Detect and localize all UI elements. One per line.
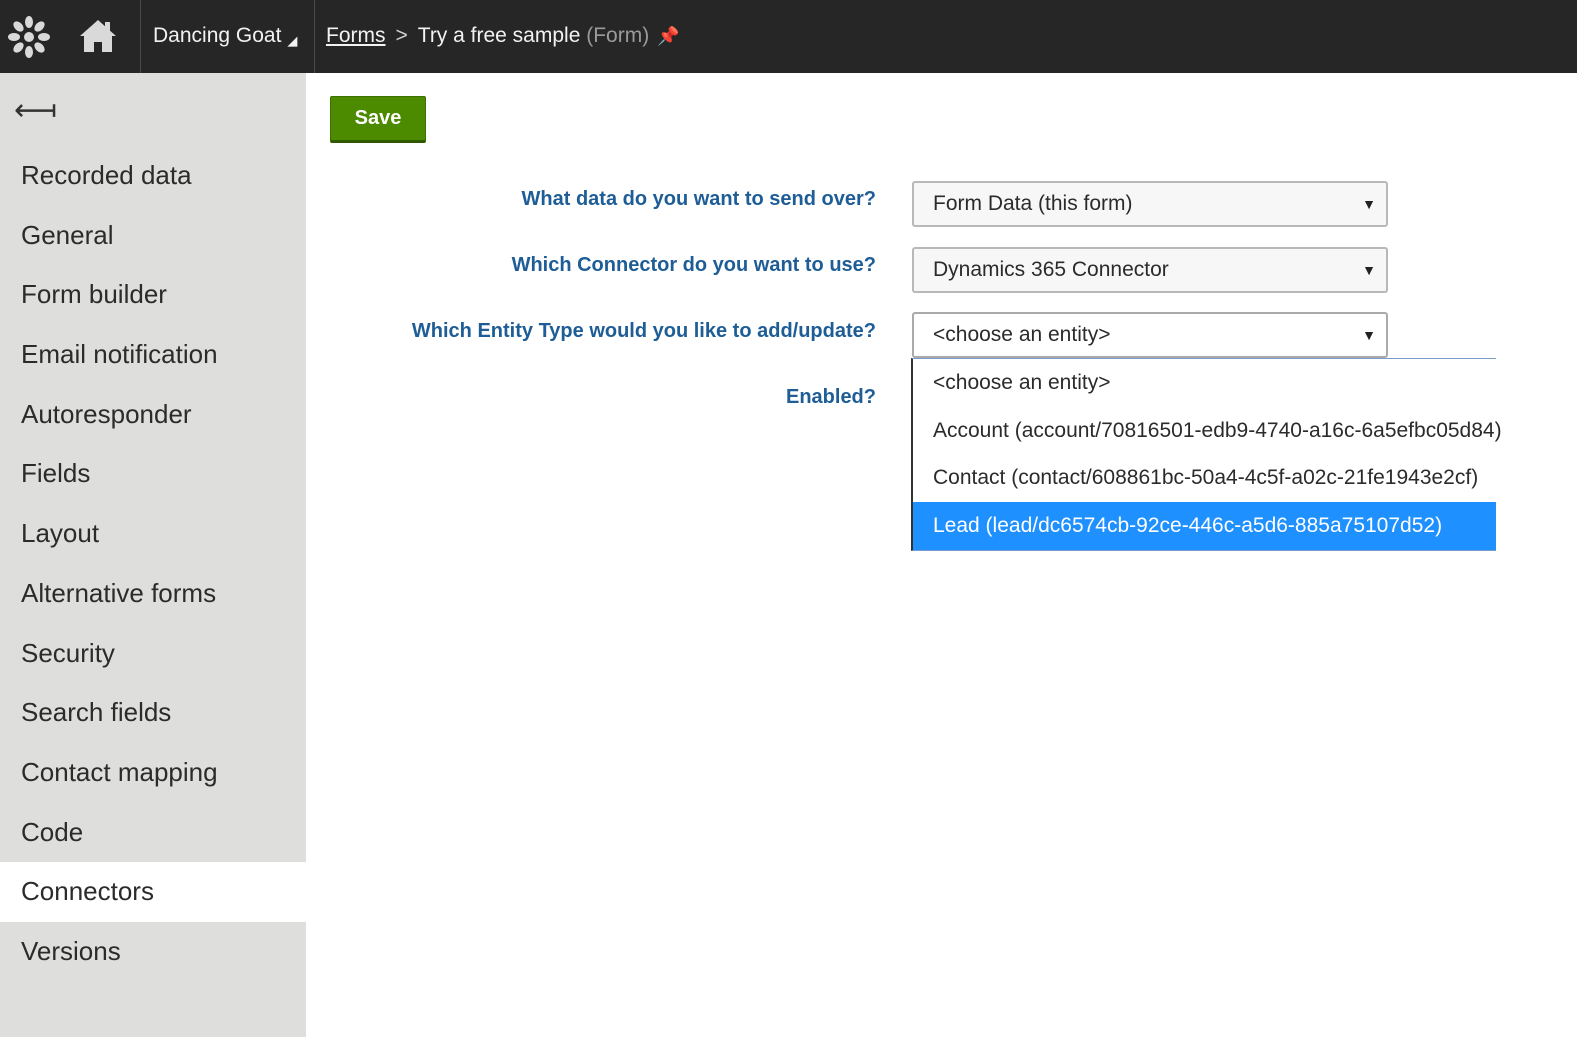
header-divider [140, 0, 141, 73]
site-selector[interactable]: Dancing Goat ◢ [153, 24, 297, 49]
sidebar-item-form-builder[interactable]: Form builder [0, 265, 306, 325]
connector-value: Dynamics 365 Connector [933, 258, 1169, 281]
top-bar: Dancing Goat ◢ Forms > Try a free sample (F… [0, 0, 1577, 73]
sidebar-item-fields[interactable]: Fields [0, 444, 306, 504]
dropdown-arrow-icon: ▼ [1362, 196, 1376, 212]
site-name: Dancing Goat [153, 24, 282, 47]
header-divider [314, 0, 315, 73]
entity-type-options: <choose an entity> Account (account/7081… [911, 358, 1502, 551]
dropdown-arrow-icon: ▼ [1362, 262, 1376, 278]
entity-type-value: <choose an entity> [933, 323, 1111, 346]
dropdown-arrow-icon: ▼ [1362, 327, 1376, 343]
sidebar-item-general[interactable]: General [0, 206, 306, 266]
sidebar-item-email-notification[interactable]: Email notification [0, 325, 306, 385]
breadcrumb: Forms > Try a free sample (Form) 📌 [326, 24, 680, 48]
breadcrumb-forms-link[interactable]: Forms [326, 24, 386, 47]
sidebar-item-autoresponder[interactable]: Autoresponder [0, 385, 306, 445]
sidebar-item-alternative-forms[interactable]: Alternative forms [0, 564, 306, 624]
data-source-select[interactable]: Form Data (this form) ▼ [912, 181, 1388, 227]
breadcrumb-type: (Form) [586, 24, 650, 47]
entity-option[interactable]: <choose an entity> [913, 359, 1496, 407]
connector-label: Which Connector do you want to use? [511, 254, 876, 276]
entity-option[interactable]: Account (account/70816501-edb9-4740-a16c… [913, 407, 1502, 455]
sidebar-item-contact-mapping[interactable]: Contact mapping [0, 743, 306, 803]
connector-select[interactable]: Dynamics 365 Connector ▼ [912, 247, 1388, 293]
back-arrow-icon[interactable]: ⟻ [14, 93, 57, 128]
breadcrumb-current: Try a free sample [417, 24, 581, 47]
entity-option[interactable]: Contact (contact/608861bc-50a4-4c5f-a02c… [913, 454, 1496, 502]
entity-type-select[interactable]: <choose an entity> ▼ [912, 312, 1388, 358]
sidebar-item-connectors[interactable]: Connectors [0, 862, 306, 922]
save-button[interactable]: Save [330, 96, 426, 143]
data-source-label: What data do you want to send over? [521, 188, 876, 210]
site-caret-icon: ◢ [287, 33, 298, 48]
home-icon[interactable] [78, 16, 118, 56]
entity-option-highlighted[interactable]: Lead (lead/dc6574cb-92ce-446c-a5d6-885a7… [913, 502, 1496, 550]
entity-type-label: Which Entity Type would you like to add/… [411, 320, 876, 342]
sidebar-item-layout[interactable]: Layout [0, 504, 306, 564]
sidebar-item-recorded-data[interactable]: Recorded data [0, 146, 306, 206]
sidebar-item-search-fields[interactable]: Search fields [0, 683, 306, 743]
sidebar: ⟻ Recorded data General Form builder Ema… [0, 73, 306, 1037]
sidebar-item-versions[interactable]: Versions [0, 922, 306, 982]
pin-icon[interactable]: 📌 [657, 26, 679, 46]
chevron-right-icon: > [395, 24, 408, 47]
sidebar-item-code[interactable]: Code [0, 803, 306, 863]
sidebar-nav: Recorded data General Form builder Email… [0, 146, 306, 982]
enabled-label: Enabled? [785, 386, 876, 408]
sidebar-item-security[interactable]: Security [0, 624, 306, 684]
kentico-logo-icon[interactable] [6, 14, 52, 60]
data-source-value: Form Data (this form) [933, 192, 1133, 215]
